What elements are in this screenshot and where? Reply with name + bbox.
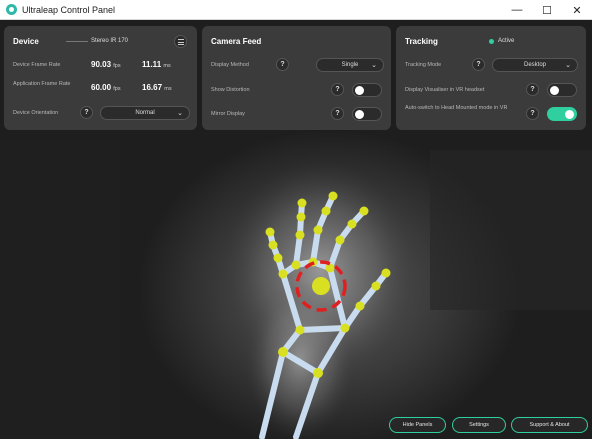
auto-switch-help-icon[interactable]: ? (526, 107, 539, 120)
mirror-display-help-icon[interactable]: ? (331, 107, 344, 120)
device-orientation-value: Normal (135, 110, 155, 116)
show-distortion-label: Show Distortion (211, 87, 250, 93)
application-frame-rate-fps: 60.00 fps (91, 83, 121, 92)
close-button[interactable]: ✕ (562, 0, 592, 20)
display-method-dropdown[interactable]: Single ⌄ (316, 58, 384, 72)
background-shelf-shape (430, 150, 592, 310)
tracking-mode-help-icon[interactable]: ? (472, 58, 485, 71)
camera-feed-panel-title: Camera Feed (211, 37, 262, 46)
device-orientation-label: Device Orientation (13, 110, 59, 116)
chevron-down-icon: ⌄ (371, 62, 377, 69)
application-frame-rate-label: Application Frame Rate (13, 81, 71, 87)
maximize-button[interactable]: ☐ (532, 0, 562, 20)
chevron-down-icon: ⌄ (565, 62, 571, 69)
camera-feed-panel: Camera Feed Display Method ? Single ⌄ Sh… (202, 26, 391, 130)
minimize-button[interactable]: — (502, 0, 532, 20)
auto-switch-toggle[interactable] (547, 107, 577, 121)
device-frame-rate-ms: 11.11 ms (142, 60, 171, 69)
device-frame-rate-label: Device Frame Rate (13, 62, 61, 68)
auto-switch-label: Auto-switch to Head Mounted mode in VR (405, 105, 508, 111)
tracking-panel: Tracking Active Tracking Mode ? Desktop … (396, 26, 586, 130)
tracking-mode-value: Desktop (523, 62, 546, 68)
mirror-display-toggle[interactable] (352, 107, 382, 121)
display-method-help-icon[interactable]: ? (276, 58, 289, 71)
application-frame-rate-ms: 16.67 ms (142, 83, 172, 92)
visualiser-vr-label: Display Visualiser in VR headset (405, 87, 485, 93)
device-panel: Device Stereo IR 170 Device Frame Rate 9… (4, 26, 197, 130)
tracking-status-dot (489, 39, 494, 44)
hide-panels-button[interactable]: Hide Panels (389, 417, 446, 433)
camera-indicator-line (66, 41, 88, 42)
device-menu-icon[interactable] (174, 35, 187, 48)
background-wall-shape (0, 140, 120, 439)
mirror-display-label: Mirror Display (211, 111, 245, 117)
device-orientation-dropdown[interactable]: Normal ⌄ (100, 106, 190, 120)
window-title: Ultraleap Control Panel (22, 4, 116, 15)
device-panel-title: Device (13, 37, 39, 46)
tracking-mode-label: Tracking Mode (405, 62, 442, 68)
device-orientation-help-icon[interactable]: ? (80, 106, 93, 119)
tracking-status-text: Active (498, 38, 515, 44)
visualiser-vr-toggle[interactable] (547, 83, 577, 97)
camera-model-label: Stereo IR 170 (91, 38, 129, 44)
chevron-down-icon: ⌄ (177, 110, 183, 117)
tracking-panel-title: Tracking (405, 37, 438, 46)
visualiser-vr-help-icon[interactable]: ? (526, 83, 539, 96)
display-method-label: Display Method (211, 62, 249, 68)
show-distortion-toggle[interactable] (352, 83, 382, 97)
device-frame-rate-fps: 90.03 fps (91, 60, 121, 69)
tracking-mode-dropdown[interactable]: Desktop ⌄ (492, 58, 578, 72)
support-about-button[interactable]: Support & About (511, 417, 588, 433)
ultraleap-logo-icon (6, 4, 17, 15)
settings-button[interactable]: Settings (452, 417, 506, 433)
show-distortion-help-icon[interactable]: ? (331, 83, 344, 96)
display-method-value: Single (341, 62, 359, 68)
title-bar: Ultraleap Control Panel — ☐ ✕ (0, 0, 592, 20)
window-controls: — ☐ ✕ (502, 0, 592, 20)
